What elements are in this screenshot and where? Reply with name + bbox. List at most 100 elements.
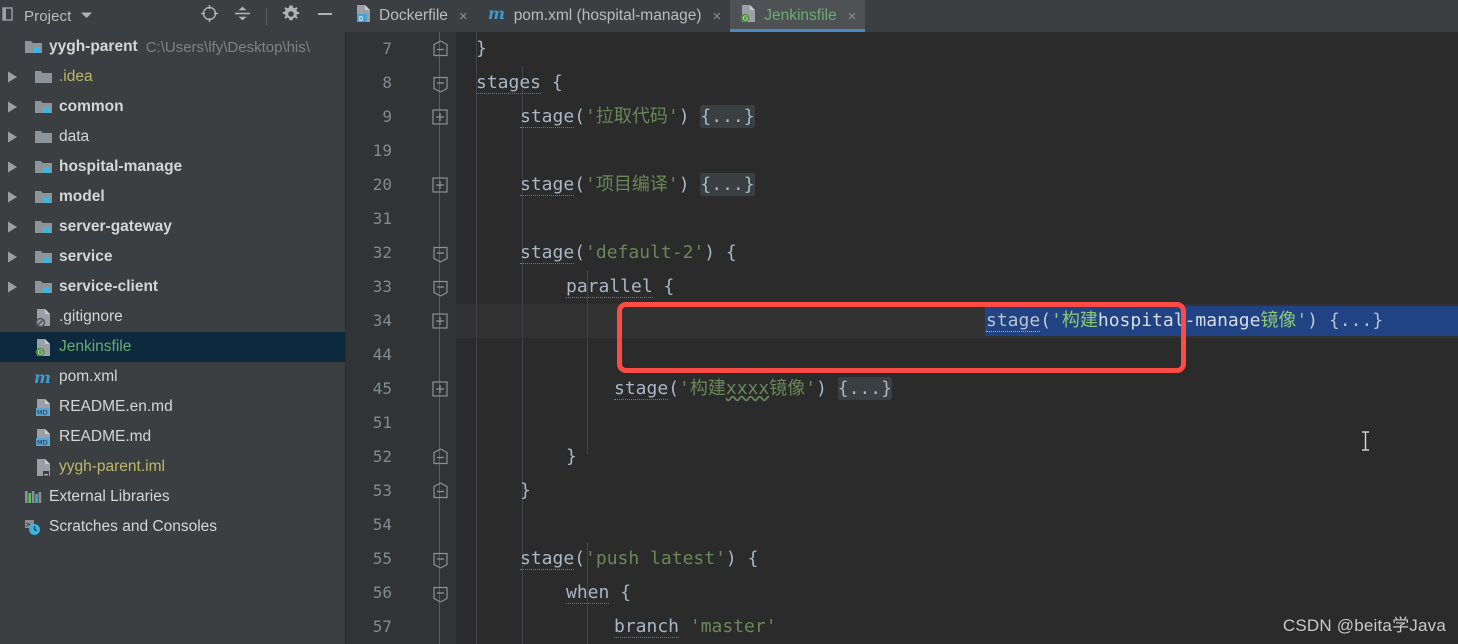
tree-node-yygh-parent[interactable]: yygh-parent C:\Users\lfy\Desktop\his\ [0,32,345,62]
tree-node-readme-md[interactable]: MD README.md [0,422,345,452]
tree-node-label: data [59,128,90,146]
fold-marker-expand-icon[interactable] [429,304,451,338]
tree-node-readme-en-md[interactable]: MD README.en.md [0,392,345,422]
fold-marker-collapse-end-icon[interactable] [429,474,451,508]
code-line-32[interactable]: stage('default-2') { [520,236,737,270]
line-number: 45 [372,379,392,398]
tree-node-label: .idea [59,68,93,86]
tree-node-service-client[interactable]: service-client [0,272,345,302]
code-line-33[interactable]: parallel { [566,270,674,304]
code-line-34[interactable]: stage('构建hospital-manage镜像') {...} [986,304,1383,338]
fold-marker-expand-icon[interactable] [429,168,451,202]
collapse-arrow-icon[interactable] [2,130,22,144]
fold-marker-collapse-end-icon[interactable] [429,32,451,66]
code-line-52[interactable]: } [566,440,577,474]
project-tree[interactable]: yygh-parent C:\Users\lfy\Desktop\his\ .i… [0,32,345,644]
fold-marker-collapse-start-icon[interactable] [429,66,451,100]
fold-marker-collapse-start-icon[interactable] [429,576,451,610]
tree-node-label: Jenkinsfile [59,338,132,356]
tree-node-label: pom.xml [59,368,118,386]
code-line-7[interactable]: } [476,32,487,66]
svg-text:MD: MD [37,438,48,446]
tree-node-service[interactable]: service [0,242,345,272]
code-line-56[interactable]: when { [566,576,631,610]
locate-target-icon[interactable] [200,4,219,28]
tree-node-label: Scratches and Consoles [49,518,218,536]
code-line-57[interactable]: branch 'master' [614,610,777,644]
fold-marker-collapse-start-icon[interactable] [429,236,451,270]
code-editor[interactable]: 7 8 9 19 20 31 32 33 34 44 45 51 52 53 5… [346,32,1458,644]
code-line-55[interactable]: stage('push latest') { [520,542,758,576]
tree-node-label: hospital-manage [59,158,183,176]
groovy-file-icon: G [740,4,757,28]
svg-text:m: m [34,368,51,387]
docker-file-icon: D [355,4,372,28]
collapse-arrow-icon[interactable] [2,280,22,294]
editor-tab-jenkinsfile[interactable]: G Jenkinsfile × [730,0,866,32]
fold-marker-collapse-end-icon[interactable] [429,440,451,474]
project-toolwindow-header: Project [0,0,345,32]
chevron-down-icon[interactable] [80,11,93,21]
tree-node-yygh-parent-iml[interactable]: yygh-parent.iml [0,452,345,482]
collapse-arrow-icon[interactable] [2,220,22,234]
fold-marker-collapse-start-icon[interactable] [429,542,451,576]
line-number: 54 [372,515,392,534]
iml-file-icon [32,458,54,477]
tree-node-label: README.en.md [59,398,173,416]
collapse-all-icon[interactable] [233,4,252,28]
close-icon[interactable]: × [712,9,721,24]
collapse-arrow-icon[interactable] [2,160,22,174]
minimize-icon[interactable] [315,4,335,29]
tree-node-label: common [59,98,124,116]
line-number: 8 [382,73,392,92]
tree-node-external-libraries[interactable]: External Libraries [0,482,345,512]
maven-file-icon: m [487,4,507,28]
module-folder-icon [32,189,54,205]
tree-node-common[interactable]: common [0,92,345,122]
fold-marker-collapse-start-icon[interactable] [429,270,451,304]
line-number: 32 [372,243,392,262]
line-number: 34 [372,311,392,330]
editor-gutter[interactable]: 7 8 9 19 20 31 32 33 34 44 45 51 52 53 5… [346,32,456,644]
tree-node-data[interactable]: data [0,122,345,152]
code-line-45[interactable]: stage('构建xxxx镜像') {...} [614,372,892,406]
fold-marker-expand-icon[interactable] [429,372,451,406]
editor-tab-pom-xml[interactable]: m pom.xml (hospital-manage) × [477,0,731,32]
fold-marker-expand-icon[interactable] [429,100,451,134]
close-icon[interactable]: × [459,9,468,24]
line-number: 57 [372,617,392,636]
line-number: 44 [372,345,392,364]
code-line-8[interactable]: stages { [476,66,563,100]
tree-node-label: README.md [59,428,152,446]
code-line-20[interactable]: stage('项目编译') {...} [520,168,755,202]
editor-code-area[interactable]: } stages { stage('拉取代码') {...} stage('项目… [456,32,1458,644]
tree-node-hospital-manage[interactable]: hospital-manage [0,152,345,182]
line-number: 19 [372,141,392,160]
tree-node-server-gateway[interactable]: server-gateway [0,212,345,242]
tree-node-scratches-and-consoles[interactable]: > Scratches and Consoles [0,512,345,542]
code-line-9[interactable]: stage('拉取代码') {...} [520,100,755,134]
svg-text:G: G [743,15,748,23]
code-line-53[interactable]: } [520,474,531,508]
collapse-arrow-icon[interactable] [2,100,22,114]
markdown-file-icon: MD [32,428,54,447]
tree-node-pom-xml[interactable]: m pom.xml [0,362,345,392]
settings-gear-icon[interactable] [281,4,301,29]
tree-node-gitignore[interactable]: .gitignore [0,302,345,332]
line-number: 33 [372,277,392,296]
svg-text:G: G [37,348,42,356]
collapse-arrow-icon[interactable] [2,70,22,84]
tree-node-label: model [59,188,105,206]
tree-node-idea[interactable]: .idea [0,62,345,92]
close-icon[interactable]: × [848,9,857,24]
tree-node-path: C:\Users\lfy\Desktop\his\ [145,38,310,56]
collapse-arrow-icon[interactable] [2,190,22,204]
project-toolwindow-title: Project [24,7,72,25]
groovy-file-icon: G [32,338,54,357]
tree-node-jenkinsfile[interactable]: G Jenkinsfile [0,332,345,362]
tree-node-model[interactable]: model [0,182,345,212]
module-folder-icon [32,279,54,295]
collapse-arrow-icon[interactable] [2,250,22,264]
line-number: 51 [372,413,392,432]
editor-tab-dockerfile[interactable]: D Dockerfile × [345,0,477,32]
